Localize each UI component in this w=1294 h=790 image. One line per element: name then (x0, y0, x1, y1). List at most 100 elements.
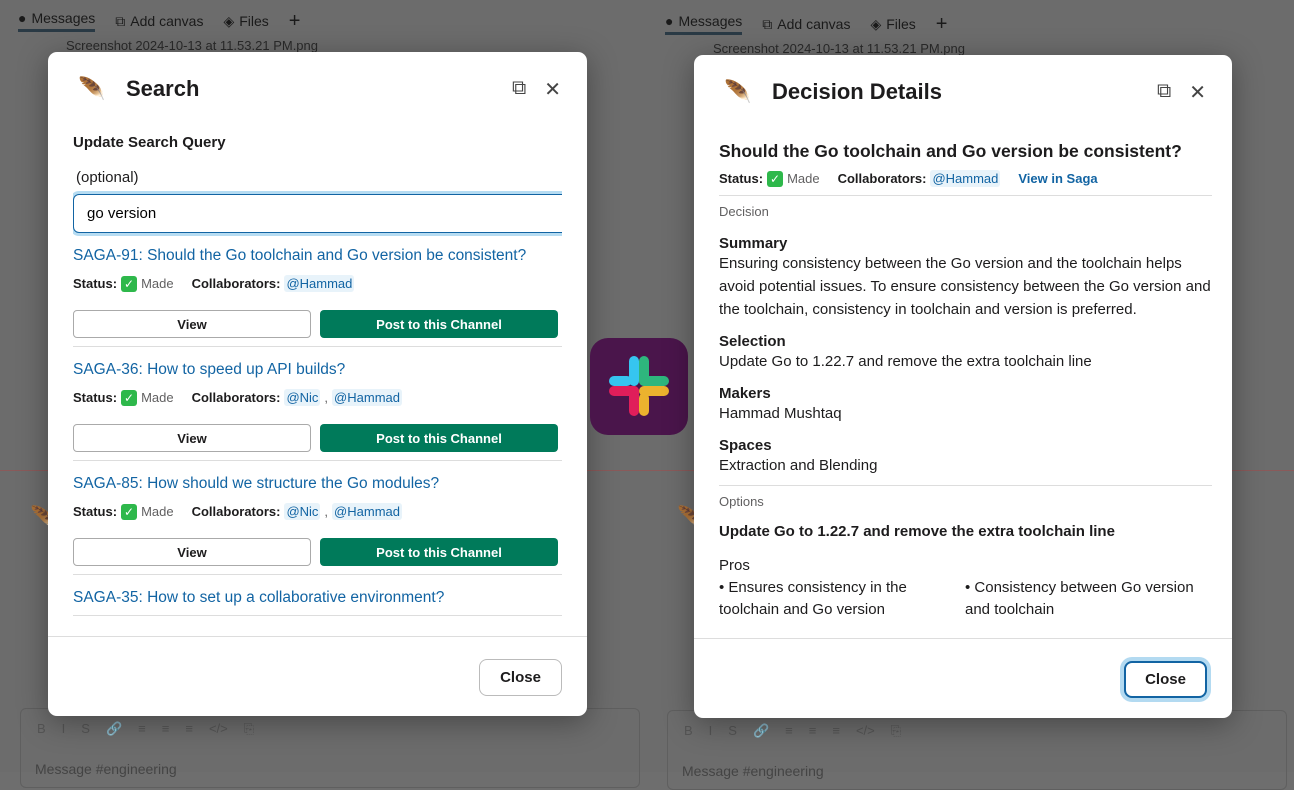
tab-label: Files (886, 16, 916, 32)
status-label: Status: (73, 390, 118, 405)
result-meta: Status: ✓ Made Collaborators: @Nic, @Hammad (73, 503, 562, 520)
file-name[interactable]: Screenshot 2024-10-13 at 11.53.21 PM.png (713, 41, 965, 56)
search-result: SAGA-35: How to set up a collaborative e… (73, 575, 562, 616)
mention[interactable]: @Hammad (284, 275, 355, 292)
view-button[interactable]: View (73, 538, 311, 566)
code-button[interactable]: </> (856, 723, 875, 739)
tab-messages[interactable]: ● Messages (665, 13, 743, 35)
result-meta: Status: ✓ Made Collaborators: @Nic, @Hammad (73, 389, 562, 406)
tab-label: Messages (678, 13, 743, 29)
modal-footer: Close (48, 636, 587, 716)
tab-files[interactable]: ◈ Files (223, 13, 268, 30)
post-to-channel-button[interactable]: Post to this Channel (320, 310, 558, 338)
modal-body[interactable]: Update Search Query (optional) SAGA-91: … (73, 132, 562, 636)
view-button[interactable]: View (73, 424, 311, 452)
collaborators-label: Collaborators: (191, 504, 281, 519)
tab-label: Messages (31, 10, 96, 26)
tab-label: Add canvas (777, 16, 851, 32)
code-block-button[interactable]: ⎘ (891, 723, 901, 739)
status-label: Status: (73, 504, 118, 519)
result-title-link[interactable]: SAGA-36: How to speed up API builds? (73, 361, 345, 378)
result-actions: View Post to this Channel (73, 424, 562, 452)
modal-title: Decision Details (772, 79, 942, 104)
message-bubble-icon: ● (665, 13, 674, 29)
file-name[interactable]: Screenshot 2024-10-13 at 11.53.21 PM.png (66, 38, 318, 53)
message-bubble-icon: ● (18, 10, 27, 26)
result-meta: Status: ✓ Made Collaborators: @Hammad (73, 275, 562, 292)
pro-item: • Consistency between Go version and too… (965, 579, 1194, 618)
ordered-list-button[interactable]: ≡ (785, 723, 793, 739)
selection-text: Update Go to 1.22.7 and remove the extra… (719, 353, 1092, 370)
format-toolbar: B I S 🔗 ≡ ≡ ≡ </> ⎘ (684, 723, 901, 739)
collaborators-label: Collaborators: (837, 171, 927, 186)
italic-button[interactable]: I (62, 721, 66, 737)
close-button[interactable]: Close (1124, 661, 1207, 698)
tab-add-canvas[interactable]: ⧉ Add canvas (762, 16, 850, 33)
result-title-link[interactable]: SAGA-91: Should the Go toolchain and Go … (73, 247, 526, 264)
collaborators-label: Collaborators: (191, 276, 281, 291)
quote-button[interactable]: ≡ (185, 721, 193, 737)
bold-button[interactable]: B (684, 723, 693, 739)
close-icon[interactable]: ✕ (1189, 80, 1206, 105)
check-icon: ✓ (121, 503, 138, 520)
mention[interactable]: @Nic (284, 389, 321, 406)
link-button[interactable]: 🔗 (753, 723, 769, 739)
status-value: Made (141, 276, 174, 291)
tab-add-canvas[interactable]: ⧉ Add canvas (115, 13, 203, 30)
mention[interactable]: @Hammad (930, 170, 1001, 187)
bold-button[interactable]: B (37, 721, 46, 737)
query-label: Update Search Query (73, 134, 226, 151)
option-title: Update Go to 1.22.7 and remove the extra… (719, 523, 1115, 540)
query-hint: (optional) (76, 169, 139, 186)
makers-text: Hammad Mushtaq (719, 405, 842, 422)
close-icon[interactable]: ✕ (544, 77, 561, 102)
message-composer[interactable]: B I S 🔗 ≡ ≡ ≡ </> ⎘ Message #engineering (667, 710, 1287, 790)
makers-heading: Makers (719, 385, 771, 402)
status-value: Made (787, 171, 820, 186)
link-button[interactable]: 🔗 (106, 721, 122, 737)
strike-button[interactable]: S (81, 721, 90, 737)
close-button[interactable]: Close (479, 659, 562, 696)
search-input[interactable] (73, 194, 562, 233)
decision-details-modal: 🪶 Decision Details ⧉ ✕ Should the Go tool… (694, 55, 1232, 718)
copy-icon[interactable]: ⧉ (1157, 80, 1171, 105)
mention[interactable]: @Hammad (332, 503, 402, 520)
view-in-saga-link[interactable]: View in Saga (1018, 171, 1097, 186)
tab-files[interactable]: ◈ Files (870, 16, 915, 33)
ordered-list-button[interactable]: ≡ (138, 721, 146, 737)
mention[interactable]: @Nic (284, 503, 321, 520)
strike-button[interactable]: S (728, 723, 737, 739)
pro-item: • Ensures consistency in the toolchain a… (719, 579, 907, 618)
message-composer[interactable]: B I S 🔗 ≡ ≡ ≡ </> ⎘ Message #engineering (20, 708, 640, 788)
pros-list: • Ensures consistency in the toolchain a… (719, 577, 1212, 621)
modal-header: 🪶 Decision Details ⧉ ✕ (724, 77, 1206, 107)
modal-header: 🪶 Search ⧉ ✕ (78, 74, 561, 104)
bullet-list-button[interactable]: ≡ (809, 723, 817, 739)
bullet-list-button[interactable]: ≡ (162, 721, 170, 737)
status-label: Status: (73, 276, 118, 291)
code-button[interactable]: </> (209, 721, 228, 737)
add-tab-button[interactable]: + (289, 10, 301, 33)
add-tab-button[interactable]: + (936, 13, 948, 36)
summary-heading: Summary (719, 235, 788, 252)
result-title-link[interactable]: SAGA-85: How should we structure the Go … (73, 475, 439, 492)
quote-button[interactable]: ≡ (832, 723, 840, 739)
composer-placeholder: Message #engineering (682, 763, 824, 779)
code-block-button[interactable]: ⎘ (244, 721, 254, 737)
mention[interactable]: @Hammad (332, 389, 402, 406)
post-to-channel-button[interactable]: Post to this Channel (320, 538, 558, 566)
italic-button[interactable]: I (709, 723, 713, 739)
check-icon: ✓ (121, 275, 138, 292)
modal-body[interactable]: Should the Go toolchain and Go version b… (719, 135, 1212, 638)
format-toolbar: B I S 🔗 ≡ ≡ ≡ </> ⎘ (37, 721, 254, 737)
post-to-channel-button[interactable]: Post to this Channel (320, 424, 558, 452)
copy-icon[interactable]: ⧉ (512, 77, 526, 102)
decision-meta: Status: ✓ Made Collaborators: @Hammad View … (719, 170, 1212, 187)
view-button[interactable]: View (73, 310, 311, 338)
result-actions: View Post to this Channel (73, 538, 562, 566)
result-title-link[interactable]: SAGA-35: How to set up a collaborative e… (73, 589, 444, 606)
canvas-icon: ⧉ (115, 12, 126, 29)
tab-label: Add canvas (130, 13, 204, 29)
check-icon: ✓ (767, 170, 784, 187)
tab-messages[interactable]: ● Messages (18, 10, 96, 32)
